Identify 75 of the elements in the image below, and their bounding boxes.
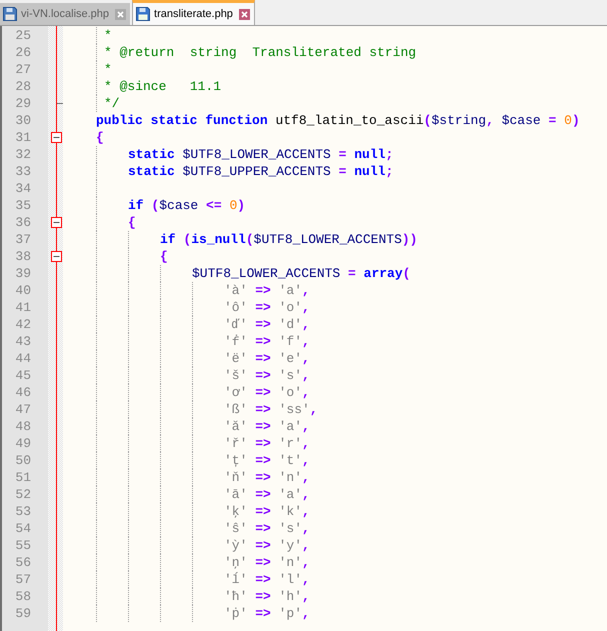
line-number: 49 bbox=[15, 435, 31, 452]
line-number: 44 bbox=[15, 350, 31, 367]
code-line: * bbox=[104, 27, 112, 44]
code-line: 'ṗ' => 'p', bbox=[224, 605, 310, 622]
line-number: 39 bbox=[15, 265, 31, 282]
line-number: 32 bbox=[15, 146, 31, 163]
line-number: 36 bbox=[15, 214, 31, 231]
line-number: 30 bbox=[15, 112, 31, 129]
code-line: static $UTF8_UPPER_ACCENTS = null; bbox=[128, 163, 394, 180]
code-line: static $UTF8_LOWER_ACCENTS = null; bbox=[128, 146, 394, 163]
code-line: 'ņ' => 'n', bbox=[224, 554, 310, 571]
line-number: 29 bbox=[15, 95, 31, 112]
code-line: 'ß' => 'ss', bbox=[224, 401, 318, 418]
line-number: 52 bbox=[15, 486, 31, 503]
line-number: 42 bbox=[15, 316, 31, 333]
line-number: 56 bbox=[15, 554, 31, 571]
line-number: 47 bbox=[15, 401, 31, 418]
line-number: 58 bbox=[15, 588, 31, 605]
line-number: 28 bbox=[15, 78, 31, 95]
code-line: 'ď' => 'd', bbox=[224, 316, 310, 333]
code-line: 'ḟ' => 'f', bbox=[224, 333, 310, 350]
line-number: 51 bbox=[15, 469, 31, 486]
code-line: 'ŝ' => 's', bbox=[224, 520, 310, 537]
code-line: 'à' => 'a', bbox=[224, 282, 310, 299]
line-number: 48 bbox=[15, 418, 31, 435]
code-line: $UTF8_LOWER_ACCENTS = array( bbox=[192, 265, 410, 282]
code-line: 'ķ' => 'k', bbox=[224, 503, 310, 520]
fold-collapse-icon[interactable] bbox=[51, 217, 62, 228]
code-line: 'š' => 's', bbox=[224, 367, 310, 384]
line-number: 50 bbox=[15, 452, 31, 469]
code-line: * @since 11.1 bbox=[104, 78, 222, 95]
line-number: 46 bbox=[15, 384, 31, 401]
file-tab[interactable]: transliterate.php bbox=[132, 0, 255, 25]
line-number: 37 bbox=[15, 231, 31, 248]
line-number: 27 bbox=[15, 61, 31, 78]
line-number: 34 bbox=[15, 180, 31, 197]
line-number: 40 bbox=[15, 282, 31, 299]
code-line: 'ř' => 'r', bbox=[224, 435, 310, 452]
code-line: * bbox=[104, 61, 112, 78]
line-number: 41 bbox=[15, 299, 31, 316]
line-number: 43 bbox=[15, 333, 31, 350]
code-line: 'ħ' => 'h', bbox=[224, 588, 310, 605]
code-line: 'ơ' => 'o', bbox=[224, 384, 310, 401]
code-line: { bbox=[128, 214, 136, 231]
code-line: 'ỳ' => 'y', bbox=[224, 537, 310, 554]
fold-collapse-icon[interactable] bbox=[51, 132, 62, 143]
line-number: 45 bbox=[15, 367, 31, 384]
line-number: 55 bbox=[15, 537, 31, 554]
code-line: * @return string Transliterated string bbox=[104, 44, 416, 61]
line-number: 31 bbox=[15, 129, 31, 146]
line-number: 35 bbox=[15, 197, 31, 214]
code-line: */ bbox=[104, 95, 120, 112]
code-line: { bbox=[96, 129, 104, 146]
code-line: 'ă' => 'a', bbox=[224, 418, 310, 435]
code-line: { bbox=[160, 248, 168, 265]
code-line: public static function utf8_latin_to_ascii($string, $case = 0) bbox=[96, 112, 580, 129]
line-number: 59 bbox=[15, 605, 31, 622]
code-line: if (is_null($UTF8_LOWER_ACCENTS)) bbox=[160, 231, 418, 248]
line-number: 57 bbox=[15, 571, 31, 588]
close-icon[interactable] bbox=[238, 8, 250, 20]
code-line: 'ô' => 'o', bbox=[224, 299, 310, 316]
line-number: 25 bbox=[15, 27, 31, 44]
code-line: 'ë' => 'e', bbox=[224, 350, 310, 367]
code-line: 'ň' => 'n', bbox=[224, 469, 310, 486]
code-line: 'ā' => 'a', bbox=[224, 486, 310, 503]
file-tab[interactable]: vi-VN.localise.php bbox=[0, 3, 130, 25]
line-number: 38 bbox=[15, 248, 31, 265]
line-number: 54 bbox=[15, 520, 31, 537]
code-line: 'ț' => 't', bbox=[224, 452, 310, 469]
fold-collapse-icon[interactable] bbox=[51, 251, 62, 262]
line-number: 26 bbox=[15, 44, 31, 61]
code-line: if ($case <= 0) bbox=[128, 197, 246, 214]
code-line: 'ĺ' => 'l', bbox=[224, 571, 310, 588]
line-number: 53 bbox=[15, 503, 31, 520]
line-number: 33 bbox=[15, 163, 31, 180]
